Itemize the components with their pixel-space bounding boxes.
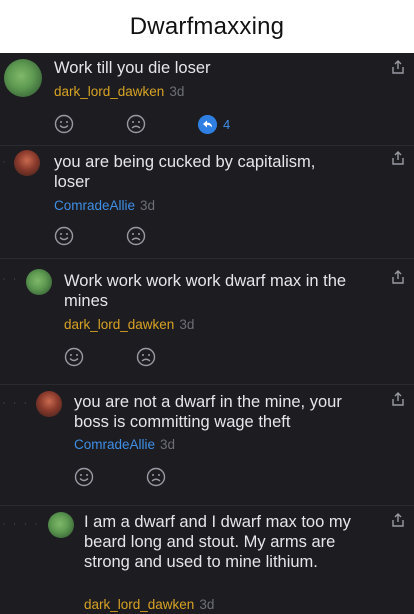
- comment-5[interactable]: · · · · I am a dwarf and I dwarf max too…: [0, 506, 414, 614]
- comment-text: you are being cucked by capitalism, lose…: [54, 153, 316, 191]
- thread-indent: · ·: [2, 273, 19, 285]
- avatar[interactable]: [26, 269, 52, 295]
- comment-meta: ComradeAllie 3d: [74, 437, 175, 452]
- share-icon[interactable]: [390, 512, 406, 528]
- share-icon[interactable]: [390, 59, 406, 75]
- timestamp: 3d: [179, 317, 195, 332]
- avatar[interactable]: [48, 512, 74, 538]
- share-icon[interactable]: [390, 150, 406, 166]
- thread-indent: · · · ·: [2, 518, 40, 530]
- username[interactable]: ComradeAllie: [54, 198, 135, 213]
- reply-count: 4: [223, 116, 231, 132]
- thread-indent: · · ·: [2, 397, 30, 409]
- avatar[interactable]: [14, 150, 40, 176]
- smile-icon[interactable]: [64, 347, 84, 367]
- avatar[interactable]: [4, 59, 42, 97]
- reply-icon: [198, 114, 217, 134]
- reaction-bar: [64, 347, 208, 367]
- comment-text: Work till you die loser: [54, 59, 211, 77]
- smile-icon[interactable]: [54, 226, 74, 246]
- timestamp: 3d: [140, 198, 156, 213]
- comment-text: you are not a dwarf in the mine, your bo…: [74, 393, 342, 431]
- username[interactable]: dark_lord_dawken: [54, 84, 164, 99]
- smile-icon[interactable]: [74, 467, 94, 487]
- comment-text: I am a dwarf and I dwarf max too my bear…: [84, 513, 351, 571]
- share-icon[interactable]: [390, 269, 406, 285]
- timestamp: 3d: [160, 437, 176, 452]
- comment-2[interactable]: · you are being cucked by capitalism, lo…: [0, 146, 414, 257]
- comment-thread: Work till you die loser dark_lord_dawken…: [0, 53, 414, 614]
- frown-icon[interactable]: [126, 114, 146, 134]
- comment-1[interactable]: Work till you die loser dark_lord_dawken…: [0, 53, 414, 145]
- comment-text: Work work work work dwarf max in the min…: [64, 272, 347, 310]
- header: Dwarfmaxxing: [0, 0, 414, 53]
- timestamp: 3d: [169, 84, 185, 99]
- avatar[interactable]: [36, 391, 62, 417]
- thread-indent: ·: [2, 156, 8, 168]
- reaction-bar: [74, 467, 218, 487]
- comment-4[interactable]: · · · you are not a dwarf in the mine, y…: [0, 385, 414, 505]
- comment-meta: dark_lord_dawken 3d: [64, 317, 194, 332]
- comment-meta: dark_lord_dawken 3d: [84, 597, 214, 612]
- timestamp: 3d: [199, 597, 215, 612]
- comment-meta: dark_lord_dawken 3d: [54, 84, 184, 99]
- username[interactable]: dark_lord_dawken: [64, 317, 174, 332]
- reaction-bar: [54, 226, 198, 246]
- frown-icon[interactable]: [136, 347, 156, 367]
- username[interactable]: ComradeAllie: [74, 437, 155, 452]
- comment-3[interactable]: · · Work work work work dwarf max in the…: [0, 259, 414, 384]
- frown-icon[interactable]: [126, 226, 146, 246]
- frown-icon[interactable]: [146, 467, 166, 487]
- page-title: Dwarfmaxxing: [129, 12, 285, 40]
- smile-icon[interactable]: [54, 114, 74, 134]
- username[interactable]: dark_lord_dawken: [84, 597, 194, 612]
- reaction-bar: 4: [54, 114, 230, 134]
- share-icon[interactable]: [390, 391, 406, 407]
- comment-meta: ComradeAllie 3d: [54, 198, 155, 213]
- reply-count-badge[interactable]: 4: [198, 114, 231, 134]
